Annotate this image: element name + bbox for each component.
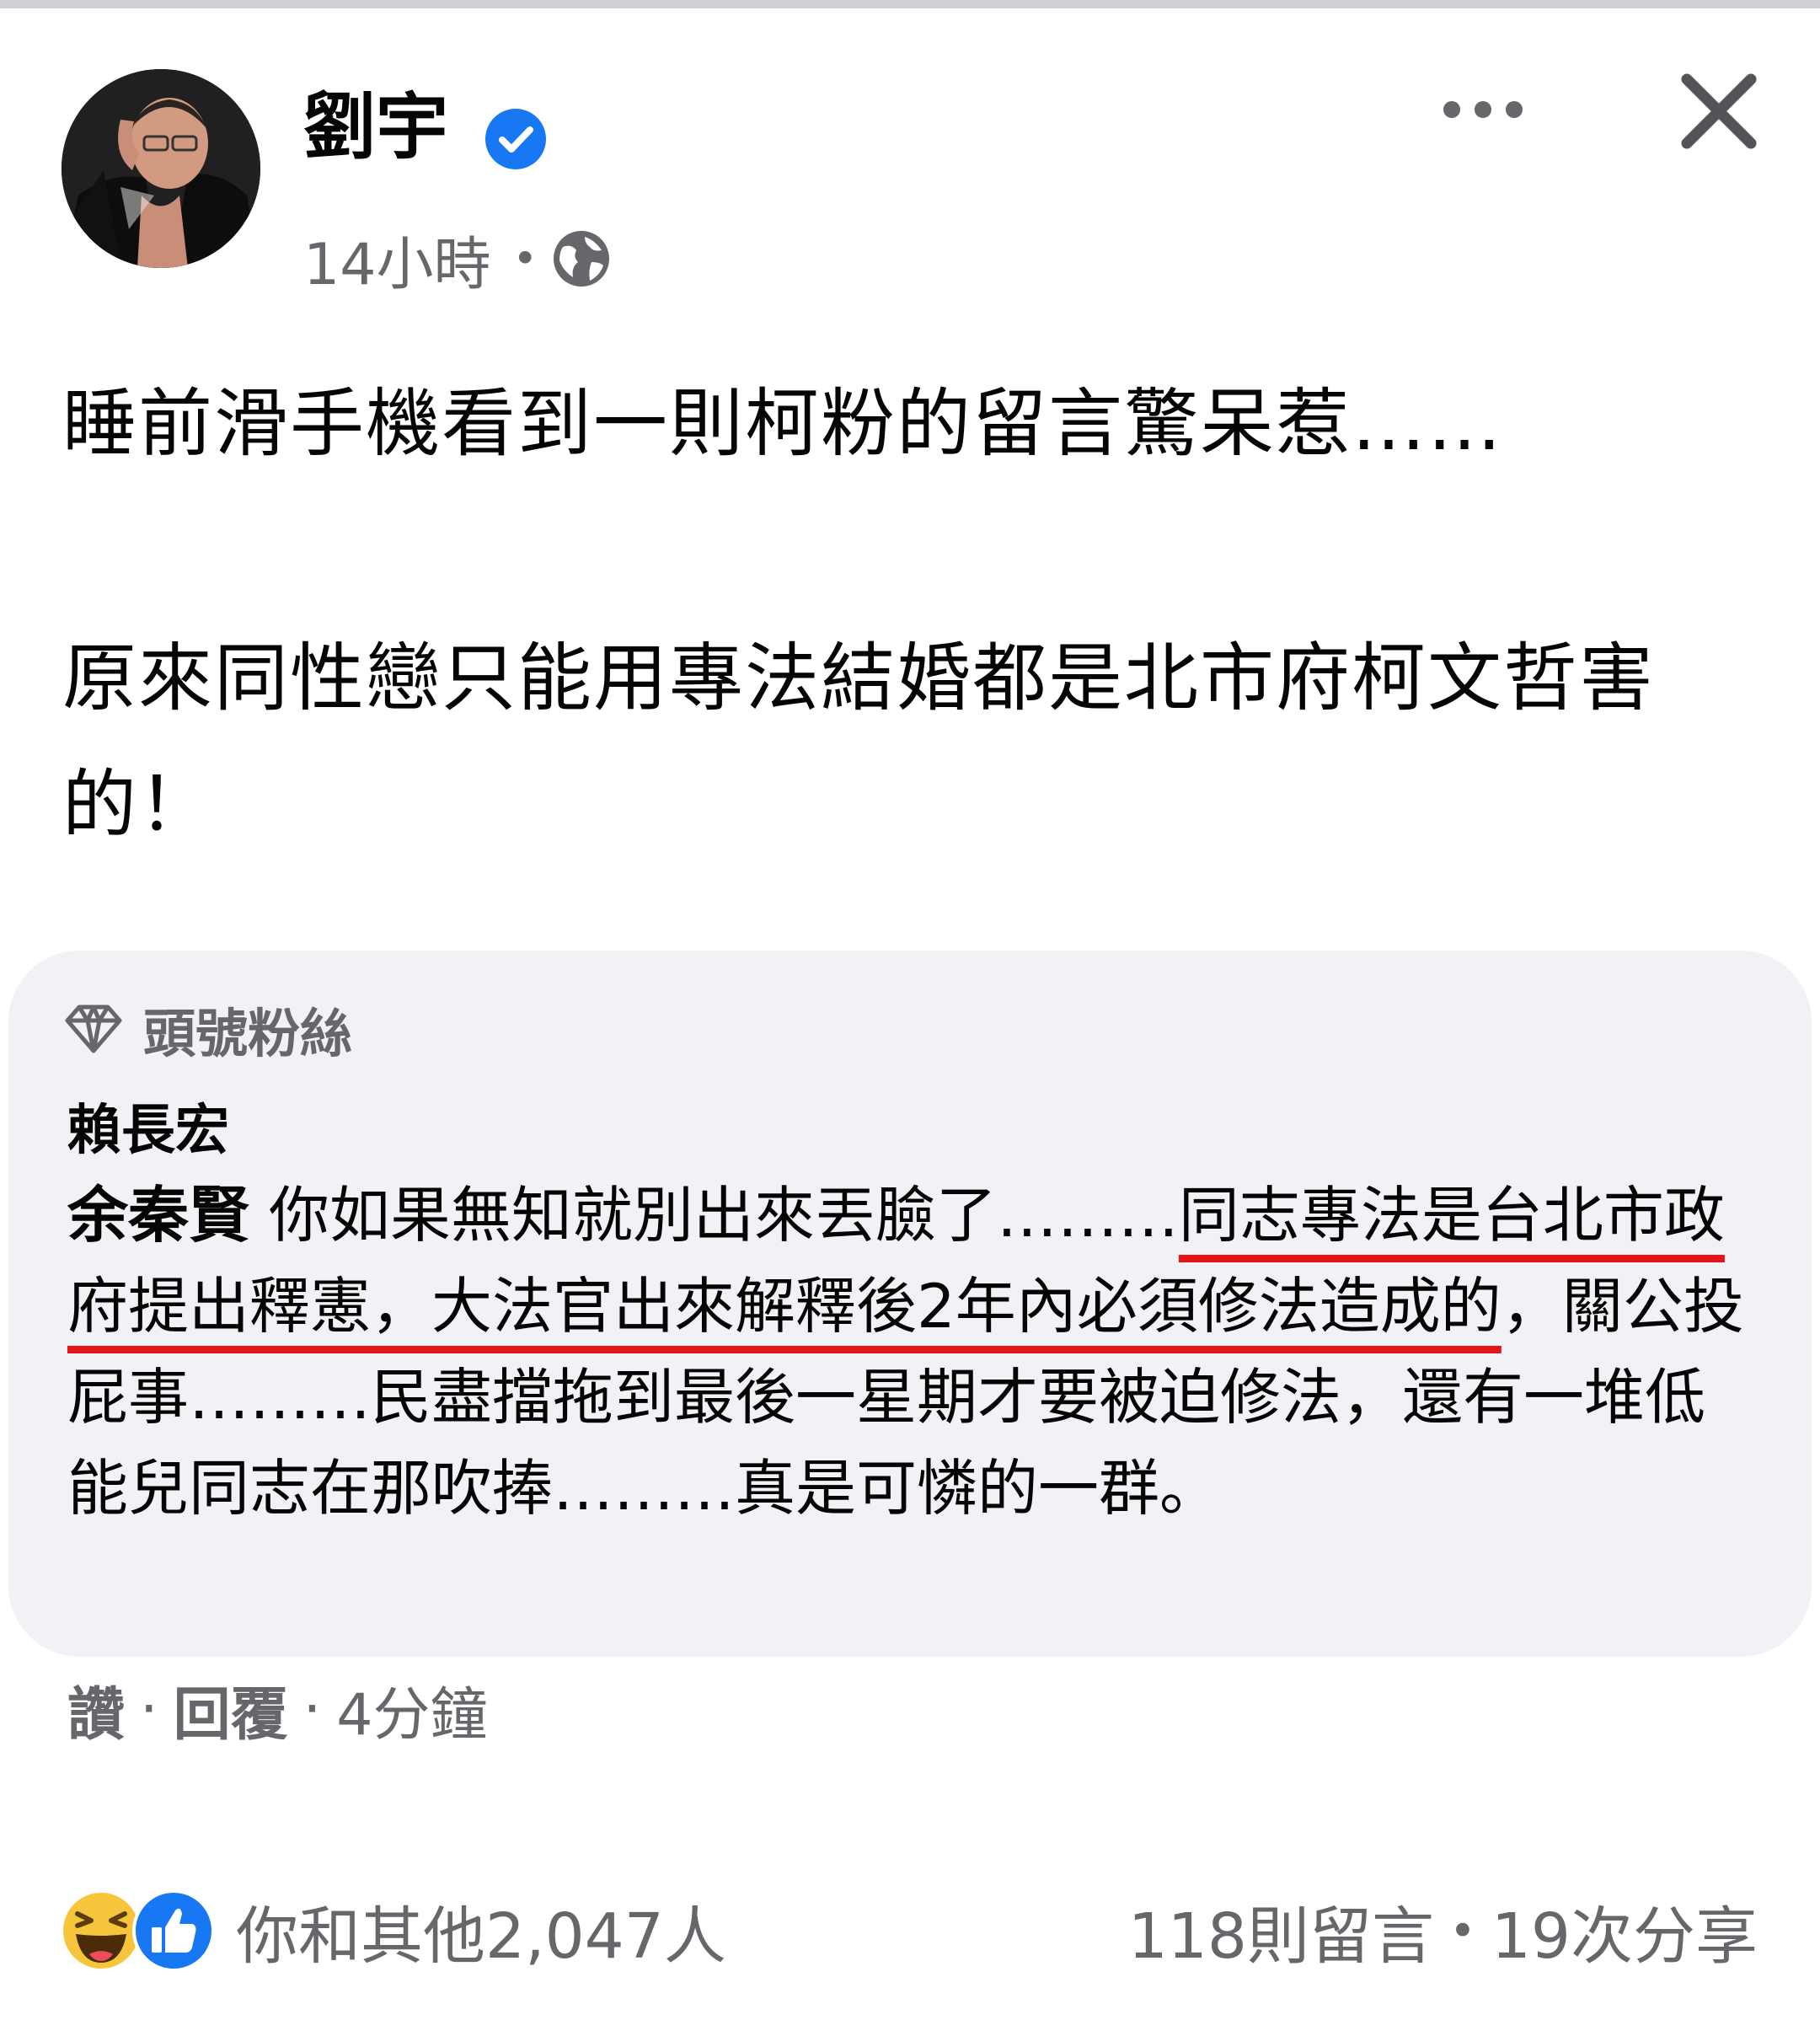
comment-count[interactable]: 118則留言 — [1128, 1886, 1434, 1976]
author-avatar[interactable] — [62, 69, 260, 268]
badge-label: 頭號粉絲 — [143, 1003, 353, 1064]
commenter-name[interactable]: 賴長宏 — [67, 1089, 229, 1173]
verified-icon — [485, 109, 546, 169]
mentioned-user[interactable]: 余秦賢 — [67, 1180, 249, 1251]
reply-comment-button[interactable]: 回覆 — [174, 1668, 288, 1751]
share-count[interactable]: 19次分享 — [1491, 1886, 1758, 1976]
more-options-button[interactable] — [1437, 84, 1529, 135]
top-divider — [0, 0, 1820, 8]
close-icon[interactable] — [1677, 69, 1761, 153]
comment-actions: 讚 · 回覆 · 4分鐘 — [67, 1667, 488, 1751]
haha-reaction-icon — [60, 1889, 142, 1972]
post-meta: 14小時 • — [303, 221, 612, 298]
comment-text-part-1: 你如果無知就別出來丟臉了……… — [249, 1180, 1179, 1251]
diamond-icon — [65, 1005, 122, 1053]
post-text-line-2: 原來同性戀只能用專法結婚都是北市府柯文哲害的！ — [62, 635, 1656, 848]
like-reaction-icon — [132, 1889, 215, 1972]
post-time[interactable]: 14小時 — [303, 217, 491, 301]
comment-time: 4分鐘 — [336, 1681, 488, 1749]
post-stats: 118則留言 • 19次分享 — [1128, 1884, 1758, 1977]
reactions-summary[interactable]: 你和其他2,047人 — [59, 1884, 726, 1977]
globe-icon — [554, 231, 610, 287]
action-separator: · — [140, 1675, 158, 1743]
like-comment-button[interactable]: 讚 — [67, 1668, 125, 1751]
stats-separator: • — [1448, 1904, 1476, 1958]
reaction-count: 你和其他2,047人 — [236, 1899, 726, 1973]
top-fan-badge: 頭號粉絲 — [64, 991, 352, 1067]
action-separator: · — [302, 1675, 322, 1743]
comment-text: 余秦賢 你如果無知就別出來丟臉了………同志專法是台北市政府提出釋憲，大法官出來解… — [67, 1170, 1761, 1534]
post-text-line-1: 睡前滑手機看到一則柯粉的留言驚呆惹…… — [62, 380, 1504, 467]
meta-separator: • — [512, 234, 538, 283]
author-name[interactable]: 劉宇 — [303, 81, 448, 174]
